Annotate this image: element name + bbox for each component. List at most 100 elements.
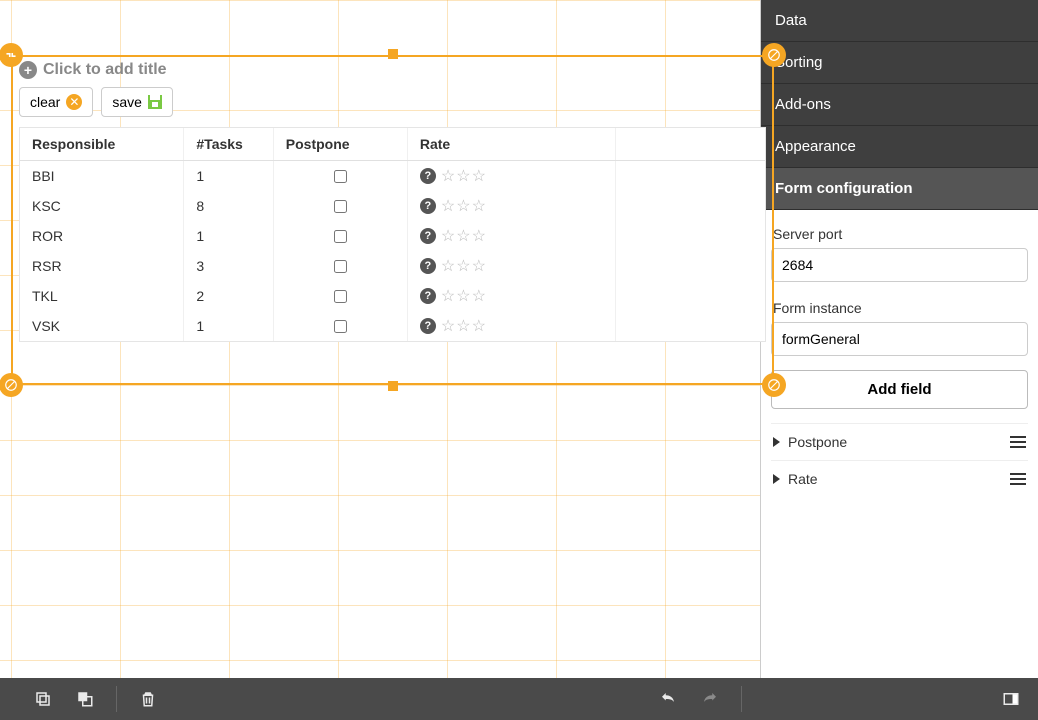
redo-button[interactable] [693, 682, 727, 716]
cell-postpone [273, 281, 407, 311]
drag-handle-icon[interactable] [1010, 473, 1026, 485]
star-outline-icon[interactable]: ☆ [441, 286, 455, 306]
undo-button[interactable] [651, 682, 685, 716]
form-instance-input[interactable] [771, 322, 1028, 356]
clear-button-label: clear [30, 94, 60, 110]
col-header-tasks[interactable]: #Tasks [184, 128, 273, 161]
bring-front-icon [76, 690, 94, 708]
undo-icon [659, 690, 677, 708]
server-port-input[interactable] [771, 248, 1028, 282]
cell-postpone [273, 311, 407, 341]
star-outline-icon[interactable]: ☆ [441, 196, 455, 216]
copy-icon [34, 690, 52, 708]
star-outline-icon[interactable]: ☆ [456, 226, 470, 246]
delete-button[interactable] [131, 682, 165, 716]
star-outline-icon[interactable]: ☆ [472, 286, 486, 306]
widget-title-placeholder[interactable]: + Click to add title [19, 61, 766, 79]
bring-front-button[interactable] [68, 682, 102, 716]
cell-responsible: VSK [20, 311, 184, 341]
cell-spacer [616, 311, 765, 341]
add-field-button[interactable]: Add field [771, 370, 1028, 409]
star-outline-icon[interactable]: ☆ [456, 286, 470, 306]
cell-tasks: 1 [184, 221, 273, 251]
star-outline-icon[interactable]: ☆ [456, 196, 470, 216]
widget-title-text: Click to add title [43, 61, 167, 79]
form-field-label: Rate [788, 471, 818, 487]
col-header-postpone[interactable]: Postpone [273, 128, 407, 161]
col-header-responsible[interactable]: Responsible [20, 128, 184, 161]
help-circle-icon[interactable]: ? [420, 198, 436, 214]
star-outline-icon[interactable]: ☆ [472, 256, 486, 276]
col-header-rate[interactable]: Rate [407, 128, 616, 161]
cell-postpone [273, 191, 407, 221]
postpone-checkbox[interactable] [334, 200, 347, 213]
properties-sidebar: Data Sorting Add-ons Appearance Form con… [760, 0, 1038, 678]
drag-handle-icon[interactable] [1010, 436, 1026, 448]
redo-icon [701, 690, 719, 708]
star-outline-icon[interactable]: ☆ [441, 316, 455, 336]
postpone-checkbox[interactable] [334, 290, 347, 303]
selected-widget-frame[interactable]: + Click to add title clear ✕ save [11, 55, 774, 385]
toggle-panel-button[interactable] [994, 682, 1028, 716]
table-row[interactable]: VSK1?☆☆☆ [20, 311, 765, 341]
design-canvas[interactable]: + Click to add title clear ✕ save [0, 0, 760, 678]
cell-responsible: TKL [20, 281, 184, 311]
table-row[interactable]: KSC8?☆☆☆ [20, 191, 765, 221]
postpone-checkbox[interactable] [334, 320, 347, 333]
plus-circle-icon: + [19, 61, 37, 79]
save-disk-icon [148, 95, 162, 109]
col-header-spacer [616, 128, 765, 161]
accordion-section-sorting[interactable]: Sorting [761, 42, 1038, 84]
copy-button[interactable] [26, 682, 60, 716]
save-button[interactable]: save [101, 87, 173, 117]
postpone-checkbox[interactable] [334, 260, 347, 273]
caret-right-icon [773, 474, 780, 484]
star-outline-icon[interactable]: ☆ [456, 166, 470, 186]
star-outline-icon[interactable]: ☆ [441, 226, 455, 246]
help-circle-icon[interactable]: ? [420, 288, 436, 304]
cell-tasks: 2 [184, 281, 273, 311]
accordion-section-data[interactable]: Data [761, 0, 1038, 42]
postpone-checkbox[interactable] [334, 170, 347, 183]
trash-icon [139, 690, 157, 708]
star-outline-icon[interactable]: ☆ [472, 166, 486, 186]
star-outline-icon[interactable]: ☆ [456, 316, 470, 336]
star-outline-icon[interactable]: ☆ [456, 256, 470, 276]
star-outline-icon[interactable]: ☆ [441, 256, 455, 276]
cell-responsible: KSC [20, 191, 184, 221]
table-row[interactable]: ROR1?☆☆☆ [20, 221, 765, 251]
help-circle-icon[interactable]: ? [420, 258, 436, 274]
accordion-section-addons[interactable]: Add-ons [761, 84, 1038, 126]
postpone-checkbox[interactable] [334, 230, 347, 243]
cell-rate: ?☆☆☆ [407, 221, 616, 251]
cell-rate: ?☆☆☆ [407, 251, 616, 281]
star-outline-icon[interactable]: ☆ [441, 166, 455, 186]
table-row[interactable]: TKL2?☆☆☆ [20, 281, 765, 311]
star-outline-icon[interactable]: ☆ [472, 226, 486, 246]
accordion-section-appearance[interactable]: Appearance [761, 126, 1038, 168]
form-field-label: Postpone [788, 434, 847, 450]
star-outline-icon[interactable]: ☆ [472, 316, 486, 336]
cell-responsible: RSR [20, 251, 184, 281]
cell-responsible: BBI [20, 161, 184, 192]
save-button-label: save [112, 94, 142, 110]
form-instance-label: Form instance [773, 300, 1026, 316]
form-field-row[interactable]: Postpone [771, 423, 1028, 460]
form-field-row[interactable]: Rate [771, 460, 1028, 497]
cell-tasks: 1 [184, 161, 273, 192]
cell-rate: ?☆☆☆ [407, 191, 616, 221]
help-circle-icon[interactable]: ? [420, 168, 436, 184]
server-port-label: Server port [773, 226, 1026, 242]
cell-spacer [616, 191, 765, 221]
help-circle-icon[interactable]: ? [420, 318, 436, 334]
cell-tasks: 1 [184, 311, 273, 341]
table-row[interactable]: RSR3?☆☆☆ [20, 251, 765, 281]
accordion-section-formconfig[interactable]: Form configuration [761, 168, 1038, 210]
star-outline-icon[interactable]: ☆ [472, 196, 486, 216]
cell-postpone [273, 251, 407, 281]
clear-button[interactable]: clear ✕ [19, 87, 93, 117]
cancel-circle-icon: ✕ [66, 94, 82, 110]
table-row[interactable]: BBI1?☆☆☆ [20, 161, 765, 192]
help-circle-icon[interactable]: ? [420, 228, 436, 244]
cell-spacer [616, 281, 765, 311]
